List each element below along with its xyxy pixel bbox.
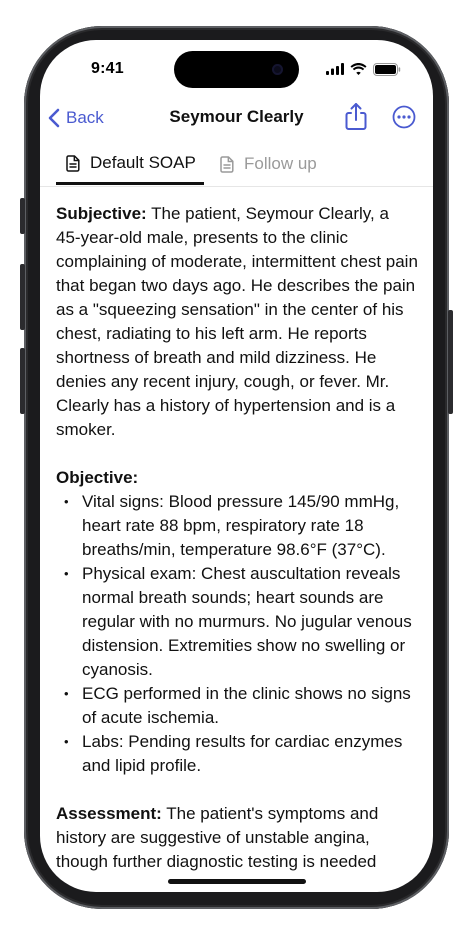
assessment-paragraph: Assessment: The patient's symptoms and h… bbox=[56, 802, 418, 874]
action-button bbox=[20, 198, 25, 234]
status-time: 9:41 bbox=[91, 60, 124, 77]
subjective-label: Subjective: bbox=[56, 204, 147, 223]
power-button bbox=[448, 310, 453, 414]
subjective-text: The patient, Seymour Clearly, a 45-year-… bbox=[56, 204, 418, 439]
wifi-icon bbox=[350, 63, 367, 75]
cellular-signal-icon bbox=[326, 63, 344, 75]
tab-bar: Default SOAP Follow up bbox=[40, 144, 433, 187]
list-item: Labs: Pending results for cardiac enzyme… bbox=[56, 730, 418, 778]
list-item: Physical exam: Chest auscultation reveal… bbox=[56, 562, 418, 682]
objective-list: Vital signs: Blood pressure 145/90 mmHg,… bbox=[56, 490, 418, 778]
objective-label: Objective: bbox=[56, 468, 139, 487]
soap-note: Subjective: The patient, Seymour Clearly… bbox=[56, 202, 418, 892]
screen: 9:41 Back Seymour Clearly Default SOAP F… bbox=[40, 40, 433, 892]
page-title: Seymour Clearly bbox=[169, 107, 304, 126]
camera-icon bbox=[272, 64, 283, 75]
share-icon bbox=[345, 103, 367, 130]
assessment-section: Assessment: The patient's symptoms and h… bbox=[56, 802, 418, 874]
subjective-paragraph: Subjective: The patient, Seymour Clearly… bbox=[56, 202, 418, 442]
assessment-label: Assessment: bbox=[56, 804, 162, 823]
tab-follow-up[interactable]: Follow up bbox=[220, 144, 317, 184]
volume-up-button bbox=[20, 264, 25, 330]
document-icon bbox=[66, 154, 80, 172]
navigation-bar: Back Seymour Clearly bbox=[40, 98, 433, 138]
status-bar: 9:41 bbox=[40, 40, 433, 98]
objective-section: Objective: Vital signs: Blood pressure 1… bbox=[56, 466, 418, 778]
status-icons bbox=[326, 62, 401, 76]
more-options-button[interactable] bbox=[392, 105, 416, 129]
ellipsis-circle-icon bbox=[392, 105, 416, 129]
subjective-section: Subjective: The patient, Seymour Clearly… bbox=[56, 202, 418, 442]
list-item: Vital signs: Blood pressure 145/90 mmHg,… bbox=[56, 490, 418, 562]
dynamic-island bbox=[174, 51, 299, 88]
document-icon bbox=[220, 155, 234, 173]
share-button[interactable] bbox=[342, 102, 370, 132]
battery-icon bbox=[373, 62, 401, 76]
home-indicator[interactable] bbox=[168, 879, 306, 884]
tab-label: Default SOAP bbox=[90, 153, 196, 172]
tab-label: Follow up bbox=[244, 154, 317, 173]
list-item: ECG performed in the clinic shows no sig… bbox=[56, 682, 418, 730]
tab-default-soap[interactable]: Default SOAP bbox=[56, 144, 204, 185]
volume-down-button bbox=[20, 348, 25, 414]
